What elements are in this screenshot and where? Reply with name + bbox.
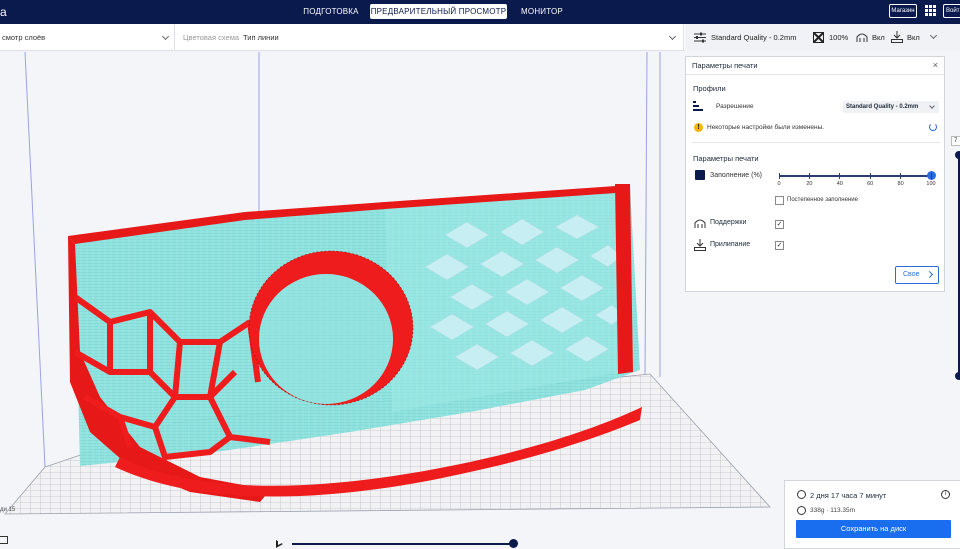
- output-panel: 2 дня 17 часа 7 минут i 338g · 113.35m С…: [784, 480, 960, 549]
- stage-bar: a ПОДГОТОВКА ПРЕДВАРИТЕЛЬНЫЙ ПРОСМОТР МО…: [0, 0, 960, 24]
- fog-light-opening-texture: [259, 274, 393, 404]
- save-to-disk-button[interactable]: Сохранить на диск: [796, 520, 951, 538]
- print-settings-panel: Параметры печати × Профили Разрешение St…: [685, 56, 945, 292]
- support-checkbox[interactable]: ✓: [775, 220, 784, 229]
- infill-slider-tick: [869, 173, 871, 179]
- infill-slider-tick-label: 0: [777, 181, 781, 187]
- resolution-label: Разрешение: [716, 103, 754, 110]
- model-wall: [615, 184, 633, 374]
- infill-slider-tick-label: 60: [867, 181, 874, 187]
- marketplace-button[interactable]: Магазин: [889, 4, 917, 18]
- profile-summary: Standard Quality - 0.2mm: [711, 33, 797, 42]
- chevron-down-icon: [929, 31, 938, 40]
- infill-icon: [813, 32, 824, 43]
- build-volume-edge: [24, 52, 46, 468]
- simulation-slider-handle[interactable]: [509, 539, 518, 548]
- infill-slider-tick: [930, 173, 932, 179]
- warning-icon: !: [694, 123, 703, 132]
- signin-button[interactable]: Войт: [943, 4, 960, 18]
- apps-grid-icon[interactable]: [925, 5, 936, 16]
- infill-slider-tick-label: 100: [926, 181, 936, 187]
- custom-button-label: Свое: [903, 271, 920, 278]
- support-icon: [856, 33, 868, 42]
- gradual-infill-checkbox[interactable]: [775, 196, 784, 205]
- profiles-heading: Профили: [693, 84, 726, 93]
- close-icon[interactable]: ×: [933, 60, 938, 70]
- panel-header: Параметры печати: [686, 57, 944, 75]
- infill-slider-tick: [808, 173, 810, 179]
- print-settings-summary[interactable]: Standard Quality - 0.2mm 100% Вкл Вкл: [685, 24, 960, 51]
- sliders-icon: [694, 32, 706, 43]
- simulation-slider[interactable]: [292, 543, 514, 545]
- clock-icon: [797, 490, 806, 499]
- infill-summary: 100%: [829, 33, 849, 42]
- tab-monitor[interactable]: МОНИТОР: [511, 4, 573, 19]
- adhesion-checkbox[interactable]: ✓: [775, 241, 784, 250]
- support-icon: [694, 219, 706, 228]
- material-usage: 338g · 113.35m: [810, 507, 856, 514]
- support-summary: Вкл: [872, 33, 885, 42]
- infill-slider[interactable]: [779, 175, 931, 177]
- infill-slider-tick-label: 40: [836, 181, 843, 187]
- layer-number-box[interactable]: 7: [951, 136, 960, 146]
- view-mode-value: смотр слоёв: [2, 33, 46, 42]
- view-toolbar: смотр слоёв Цветовая схема Тип линии Stan…: [0, 24, 960, 51]
- gradual-infill-label: Постепенное заполнение: [787, 197, 858, 203]
- tab-prepare[interactable]: ПОДГОТОВКА: [296, 4, 366, 19]
- chevron-down-icon: [161, 32, 170, 41]
- reset-icon[interactable]: [929, 123, 937, 131]
- chevron-down-icon: [668, 32, 677, 41]
- layer-slider-top-handle[interactable]: [955, 151, 960, 159]
- view-icon[interactable]: [0, 536, 8, 544]
- support-label: Поддержки: [710, 219, 747, 226]
- infill-icon: [695, 170, 705, 180]
- custom-settings-button[interactable]: Свое: [895, 266, 939, 284]
- infill-slider-tick: [778, 173, 780, 179]
- resolution-icon: [693, 101, 703, 111]
- adhesion-icon: [891, 31, 903, 43]
- color-scheme-select[interactable]: Цветовая схема Тип линии: [176, 24, 684, 51]
- print-time: 2 дня 17 часа 7 минут: [810, 491, 887, 500]
- build-volume-edge: [644, 52, 648, 378]
- adhesion-icon: [694, 239, 706, 251]
- layer-info-label: ди 15: [0, 507, 16, 513]
- play-icon: [278, 541, 282, 545]
- infill-slider-tick-label: 80: [897, 181, 904, 187]
- infill-slider-tick: [900, 173, 902, 179]
- color-scheme-value: Тип линии: [243, 33, 279, 42]
- infill-label: Заполнение (%): [710, 172, 762, 179]
- chevron-down-icon: [929, 103, 935, 109]
- tab-preview[interactable]: ПРЕДВАРИТЕЛЬНЫЙ ПРОСМОТР: [370, 4, 507, 19]
- info-icon[interactable]: i: [941, 490, 950, 499]
- profile-dropdown[interactable]: Standard Quality - 0.2mm: [843, 101, 939, 113]
- layer-slider-bottom-handle[interactable]: [955, 372, 960, 380]
- infill-slider-tick-label: 20: [806, 181, 813, 187]
- app-logo: a: [0, 5, 7, 19]
- panel-title: Параметры печати: [692, 61, 758, 70]
- profile-dropdown-value: Standard Quality - 0.2mm: [846, 104, 919, 110]
- divider: [692, 142, 940, 143]
- chevron-right-icon: [925, 270, 934, 279]
- infill-slider-tick: [839, 173, 841, 179]
- color-scheme-label: Цветовая схема: [183, 33, 240, 42]
- adhesion-summary: Вкл: [907, 33, 920, 42]
- settings-changed-warning: Некоторые настройки были изменены.: [707, 124, 825, 131]
- print-params-heading: Параметры печати: [693, 154, 759, 163]
- adhesion-label: Прилипание: [710, 241, 751, 248]
- material-gauge-icon: [797, 506, 806, 515]
- view-mode-select[interactable]: смотр слоёв: [0, 24, 175, 51]
